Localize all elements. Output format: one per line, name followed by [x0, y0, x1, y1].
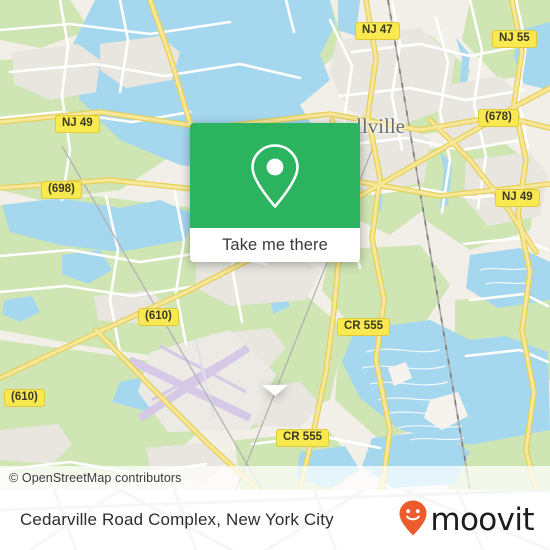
- map-screenshot: llville NJ 47 NJ 55 NJ 49 (678) (698) NJ…: [0, 0, 550, 550]
- road-shield[interactable]: NJ 55: [492, 30, 537, 48]
- popup-icon-panel: [190, 123, 360, 228]
- place-title: Cedarville Road Complex, New York City: [20, 490, 334, 550]
- moovit-wordmark: moovit: [430, 501, 534, 538]
- road-shield[interactable]: (610): [4, 389, 45, 407]
- place-title-text: Cedarville Road Complex, New York City: [20, 510, 334, 529]
- footer-bar: Cedarville Road Complex, New York City m…: [0, 490, 550, 550]
- road-shield[interactable]: CR 555: [276, 429, 329, 447]
- attribution-text: © OpenStreetMap contributors: [9, 471, 182, 485]
- road-shield[interactable]: (698): [41, 181, 82, 199]
- road-shield[interactable]: (610): [138, 308, 179, 326]
- take-me-there-button[interactable]: Take me there: [190, 228, 360, 262]
- take-me-there-popup[interactable]: Take me there: [190, 123, 360, 396]
- road-shield[interactable]: CR 555: [337, 318, 390, 336]
- popup-pointer-tail: [262, 385, 288, 396]
- moovit-logo[interactable]: moovit: [398, 490, 535, 550]
- map-city-label: llville: [356, 114, 405, 138]
- road-shield[interactable]: NJ 49: [55, 115, 100, 133]
- road-shield[interactable]: NJ 47: [355, 22, 400, 40]
- road-shield[interactable]: NJ 49: [495, 189, 540, 207]
- map-pin-icon: [246, 140, 304, 212]
- map-attribution[interactable]: © OpenStreetMap contributors: [0, 466, 550, 490]
- road-shield[interactable]: (678): [478, 109, 519, 127]
- take-me-there-label: Take me there: [222, 235, 328, 254]
- moovit-pin-icon: [398, 499, 428, 542]
